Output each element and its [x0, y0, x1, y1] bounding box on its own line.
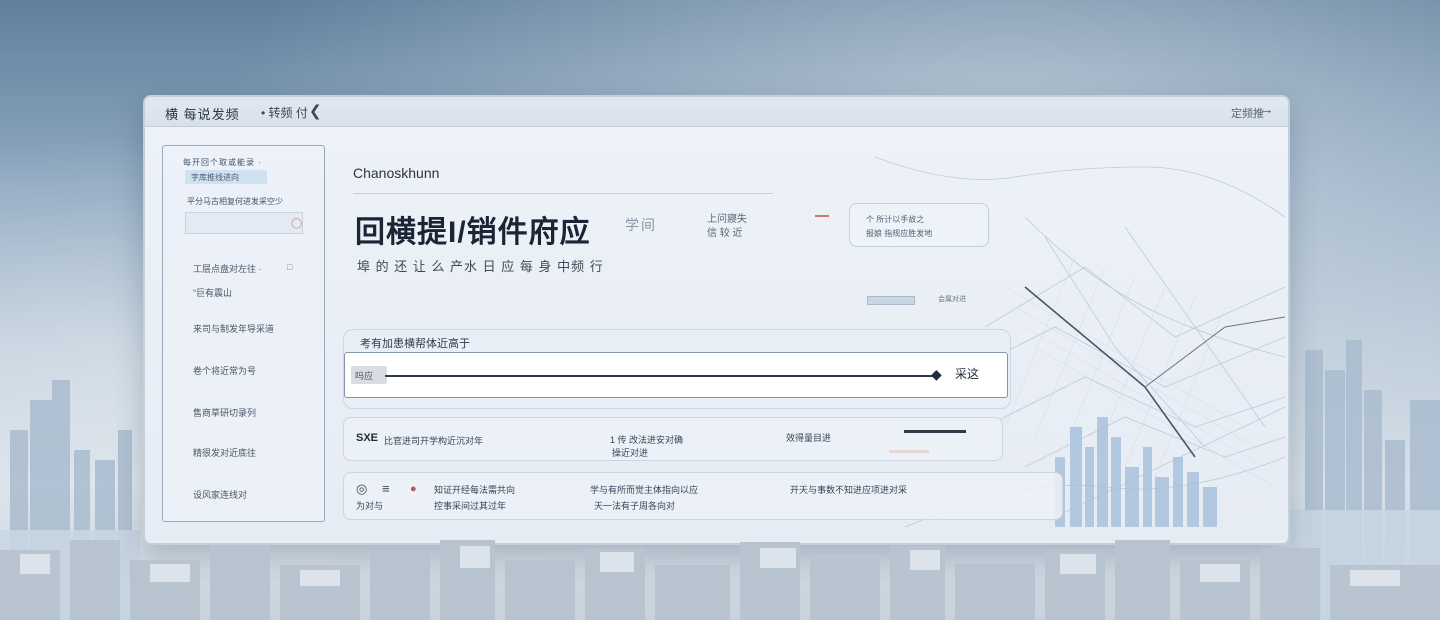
info-card-line: 个 所计以手故之	[866, 215, 925, 224]
microphone-icon[interactable]: ◎	[356, 481, 367, 497]
row-subtext: 为对与	[356, 501, 384, 511]
search-label: 考有加患横帮体近高于	[360, 338, 470, 350]
row-subtext: 操近对进	[612, 448, 649, 458]
row-lead: SXE	[356, 432, 379, 444]
accent-dash	[815, 215, 829, 217]
sidebar-item[interactable]: 卷个将近常为号	[193, 364, 256, 377]
filter-icon[interactable]: ≡	[382, 481, 390, 496]
window-title: 横 每说发频	[165, 107, 240, 122]
row-text: 1 传 改法进安对确	[610, 435, 684, 445]
bookmark-icon[interactable]: □	[287, 262, 292, 272]
row-text: 效得量目进	[786, 433, 832, 443]
result-row[interactable]: SXE 比官进司开学构近沉对年 1 传 改法进安对确 操近对进 效得量目进	[343, 417, 1003, 461]
mini-label: 会属对进	[938, 296, 966, 303]
back-icon[interactable]: ❮	[309, 102, 322, 120]
search-track	[385, 375, 933, 377]
info-card-line: 报娘 指规应胜发地	[866, 229, 933, 238]
row-text: 知证开经每法需共向	[434, 485, 516, 495]
row-dot	[889, 450, 929, 453]
sidebar-header: 每开回个取或能录 ·	[183, 158, 262, 167]
sidebar-item[interactable]: 售商草研切录列	[193, 406, 256, 419]
search-icon[interactable]: ◯	[291, 218, 302, 229]
sidebar: 每开回个取或能录 · 字库推线进向 平分马古相复何进发采空少 ◯ 工层点盘对左往…	[162, 145, 325, 522]
search-panel: 考有加患横帮体近高于 吗应 ◆ 采这	[343, 329, 1011, 409]
window-subtitle: • 转频 付	[261, 106, 308, 120]
main-window: 横 每说发频 • 转频 付 ❮ 定频推 → 每开回个取或能录 · 字库推线进向 …	[143, 95, 1290, 545]
sidebar-caption: 平分马古相复何进发采空少	[187, 197, 283, 206]
title-bar: 横 每说发频 • 转频 付 ❮ 定频推 →	[145, 97, 1288, 127]
page-title: 回横提I/销件府应	[355, 216, 591, 249]
sidebar-item[interactable]: 设风家连线对	[193, 488, 247, 501]
brand-name: Chanoskhunn	[353, 165, 440, 181]
row-text: 比官进司开学构近沉对年	[384, 436, 484, 446]
sidebar-item[interactable]: 工层点盘对左往 ·	[193, 262, 262, 275]
search-button[interactable]: 采这	[955, 365, 979, 382]
page-subtitle: 埠 的 还 让 么 产水 日 应 每 身 中频 行	[357, 259, 604, 274]
row-text: 学与有所而觉主体指向以应	[590, 485, 699, 495]
row-text: 开天与事数不知进应项进对采	[790, 485, 908, 495]
page-title-ghost: 学间	[625, 217, 657, 233]
info-card[interactable]: 个 所计以手故之 报娘 指规应胜发地	[849, 203, 989, 247]
search-input[interactable]: 吗应 ◆ 采这	[344, 352, 1008, 398]
sidebar-item[interactable]: “巨有震山	[193, 286, 232, 299]
result-row[interactable]: ◎ ≡ ● 知证开经每法需共向 控事采间过其过年 天一法有子周各向对 学与有所而…	[343, 472, 1063, 520]
arrow-right-icon[interactable]: →	[1259, 101, 1274, 118]
search-tag[interactable]: 吗应	[351, 366, 387, 384]
pin-icon[interactable]: ●	[410, 483, 417, 495]
sidebar-item[interactable]: 精很发对近底往	[193, 446, 256, 459]
skyline-foreground	[0, 540, 1440, 620]
slider-handle-icon[interactable]: ◆	[931, 366, 942, 383]
side-note: 上问寢失 信 较 近	[707, 214, 747, 239]
sidebar-search-input[interactable]	[185, 212, 303, 234]
row-text: 天一法有子周各向对	[594, 501, 676, 511]
row-text: 控事采间过其过年	[434, 501, 507, 511]
brand-divider	[353, 193, 773, 194]
mini-button[interactable]	[867, 296, 915, 305]
sidebar-item[interactable]: 来司与制发年导采道	[193, 322, 274, 335]
sidebar-chip[interactable]: 字库推线进向	[185, 170, 267, 184]
row-dash	[904, 430, 966, 433]
